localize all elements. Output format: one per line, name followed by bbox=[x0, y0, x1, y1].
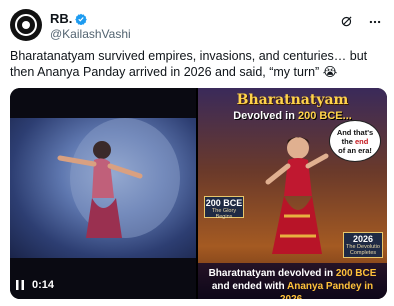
media-grid: 0:14 Bharatnatyam Devolved in 200 BCE...… bbox=[10, 88, 387, 299]
thumbnail-title: Bharatnatyam bbox=[236, 92, 349, 108]
avatar-logo bbox=[15, 14, 37, 36]
tweet-text: Bharatanatyam survived empires, invasion… bbox=[10, 49, 368, 79]
video-frame bbox=[10, 118, 196, 258]
video-elapsed-time: 0:14 bbox=[32, 279, 55, 291]
verified-badge-icon bbox=[75, 13, 88, 25]
author-display-name[interactable]: RB. bbox=[50, 11, 72, 26]
more-icon[interactable] bbox=[368, 15, 382, 29]
video-controls: 0:14 bbox=[16, 279, 54, 291]
tweet-header: RB. @KailashVashi bbox=[10, 9, 384, 43]
pause-icon[interactable] bbox=[16, 280, 24, 290]
dancer-illustration bbox=[265, 137, 329, 254]
thumbnail-image[interactable]: Bharatnatyam Devolved in 200 BCE... And … bbox=[198, 88, 387, 299]
grok-icon[interactable] bbox=[340, 14, 354, 28]
dancer-video-still bbox=[57, 118, 180, 238]
speech-bubble: And that's the end of an era! bbox=[329, 120, 381, 162]
thumbnail-caption: Bharatnatyam devolved in 200 BCE and end… bbox=[198, 263, 387, 299]
badge-200-bce: 200 BCE The Glory Begins bbox=[204, 196, 244, 220]
badge-2026: 2026 The Devolutio Completes bbox=[343, 232, 383, 258]
author-handle[interactable]: @KailashVashi bbox=[50, 27, 131, 42]
avatar[interactable] bbox=[10, 9, 42, 41]
author-names: RB. @KailashVashi bbox=[50, 11, 131, 42]
video-player[interactable]: 0:14 bbox=[10, 88, 196, 299]
